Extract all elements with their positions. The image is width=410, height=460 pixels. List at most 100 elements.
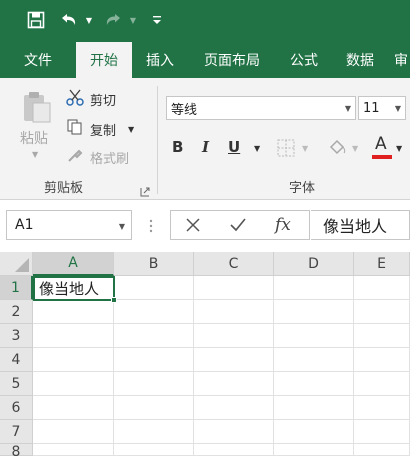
fill-color-icon[interactable] — [326, 136, 348, 162]
cell-b5[interactable] — [114, 372, 194, 396]
cell-d5[interactable] — [274, 372, 354, 396]
column-header-a[interactable]: A — [33, 252, 114, 276]
chevron-down-icon[interactable]: ▼ — [345, 104, 351, 113]
row-header-3[interactable]: 3 — [0, 324, 33, 348]
cell-b3[interactable] — [114, 324, 194, 348]
row-header-6[interactable]: 6 — [0, 396, 33, 420]
cell-a5[interactable] — [33, 372, 114, 396]
cell-d6[interactable] — [274, 396, 354, 420]
cut-button[interactable]: 剪切 — [66, 88, 116, 110]
tab-review[interactable]: 审 — [388, 42, 410, 78]
cell-d3[interactable] — [274, 324, 354, 348]
fill-handle[interactable] — [111, 297, 117, 303]
tab-page-layout[interactable]: 页面布局 — [188, 42, 276, 78]
cell-e5[interactable] — [354, 372, 410, 396]
cell-b2[interactable] — [114, 300, 194, 324]
cell-a6[interactable] — [33, 396, 114, 420]
copy-button[interactable]: 复制 ▼ — [66, 118, 134, 140]
cell-b7[interactable] — [114, 420, 194, 444]
paste-button[interactable]: 粘贴 ▼ — [14, 88, 60, 168]
row-header-5[interactable]: 5 — [0, 372, 33, 396]
cell-a3[interactable] — [33, 324, 114, 348]
cell-d8[interactable] — [274, 444, 354, 456]
ribbon-tabs: 文件 开始 插入 页面布局 公式 数据 审 — [0, 42, 410, 78]
undo-dropdown-icon[interactable]: ▼ — [84, 8, 94, 32]
cell-b1[interactable] — [114, 276, 194, 300]
chevron-down-icon[interactable]: ▼ — [395, 104, 401, 113]
cell-b8[interactable] — [114, 444, 194, 456]
tab-insert[interactable]: 插入 — [132, 42, 188, 78]
cell-c5[interactable] — [194, 372, 274, 396]
dialog-launcher-icon[interactable] — [140, 182, 150, 201]
cell-e8[interactable] — [354, 444, 410, 456]
group-separator — [157, 86, 158, 194]
close-icon[interactable] — [185, 217, 201, 237]
cell-b4[interactable] — [114, 348, 194, 372]
cell-c8[interactable] — [194, 444, 274, 456]
cell-c4[interactable] — [194, 348, 274, 372]
borders-icon[interactable] — [276, 138, 296, 162]
undo-icon[interactable] — [58, 8, 80, 32]
cell-d2[interactable] — [274, 300, 354, 324]
cell-a8[interactable] — [33, 444, 114, 456]
fill-color-dropdown-icon[interactable]: ▼ — [352, 144, 358, 153]
select-all-button[interactable] — [0, 252, 33, 276]
font-color-button[interactable]: A — [372, 134, 392, 160]
cell-c7[interactable] — [194, 420, 274, 444]
cell-a7[interactable] — [33, 420, 114, 444]
italic-button[interactable]: I — [202, 138, 209, 156]
cell-e3[interactable] — [354, 324, 410, 348]
font-color-dropdown-icon[interactable]: ▼ — [396, 144, 402, 153]
row-header-8[interactable]: 8 — [0, 444, 33, 460]
format-painter-button[interactable]: 格式刷 — [66, 146, 129, 168]
cell-a4[interactable] — [33, 348, 114, 372]
copy-dropdown-icon[interactable]: ▼ — [128, 125, 134, 134]
chevron-down-icon[interactable]: ▼ — [119, 222, 125, 231]
column-header-d[interactable]: D — [274, 252, 354, 276]
cell-e7[interactable] — [354, 420, 410, 444]
paste-dropdown-icon[interactable]: ▼ — [32, 150, 38, 159]
cell-e2[interactable] — [354, 300, 410, 324]
tab-file[interactable]: 文件 — [0, 42, 76, 78]
bold-button[interactable]: B — [172, 138, 183, 156]
cell-e1[interactable] — [354, 276, 410, 300]
underline-dropdown-icon[interactable]: ▼ — [254, 144, 260, 153]
cell-b6[interactable] — [114, 396, 194, 420]
row-header-1[interactable]: 1 — [0, 276, 33, 300]
insert-function-button[interactable]: fx — [275, 215, 291, 235]
row-header-7[interactable]: 7 — [0, 420, 33, 444]
cell-c2[interactable] — [194, 300, 274, 324]
cell-e6[interactable] — [354, 396, 410, 420]
title-bar: ▼ ▼ — [0, 0, 410, 42]
cell-c3[interactable] — [194, 324, 274, 348]
font-name-combo[interactable]: 等线 ▼ — [166, 96, 356, 120]
cell-e4[interactable] — [354, 348, 410, 372]
row-header-2[interactable]: 2 — [0, 300, 33, 324]
formula-input[interactable]: 像当地人 — [311, 210, 410, 240]
redo-icon[interactable] — [102, 8, 124, 32]
tab-formulas[interactable]: 公式 — [276, 42, 332, 78]
cell-a1[interactable]: 像当地人 — [33, 276, 115, 301]
font-group-label: 字体 — [289, 181, 316, 196]
cell-d1[interactable] — [274, 276, 354, 300]
formula-bar: A1 ▼ fx 像当地人 — [0, 200, 410, 252]
cell-c6[interactable] — [194, 396, 274, 420]
check-icon[interactable] — [229, 217, 247, 237]
tab-data[interactable]: 数据 — [332, 42, 388, 78]
name-box[interactable]: A1 ▼ — [6, 210, 132, 240]
cell-c1[interactable] — [194, 276, 274, 300]
cell-a2[interactable] — [33, 300, 114, 324]
row-header-4[interactable]: 4 — [0, 348, 33, 372]
customize-icon[interactable] — [150, 8, 164, 32]
redo-dropdown-icon[interactable]: ▼ — [128, 8, 138, 32]
underline-button[interactable]: U — [228, 138, 240, 156]
tab-home[interactable]: 开始 — [76, 42, 132, 78]
borders-dropdown-icon[interactable]: ▼ — [302, 144, 308, 153]
cell-d7[interactable] — [274, 420, 354, 444]
column-header-b[interactable]: B — [114, 252, 194, 276]
cell-d4[interactable] — [274, 348, 354, 372]
save-icon[interactable] — [24, 8, 48, 32]
font-size-combo[interactable]: 11 ▼ — [358, 96, 406, 120]
column-header-c[interactable]: C — [194, 252, 274, 276]
column-header-e[interactable]: E — [354, 252, 410, 276]
